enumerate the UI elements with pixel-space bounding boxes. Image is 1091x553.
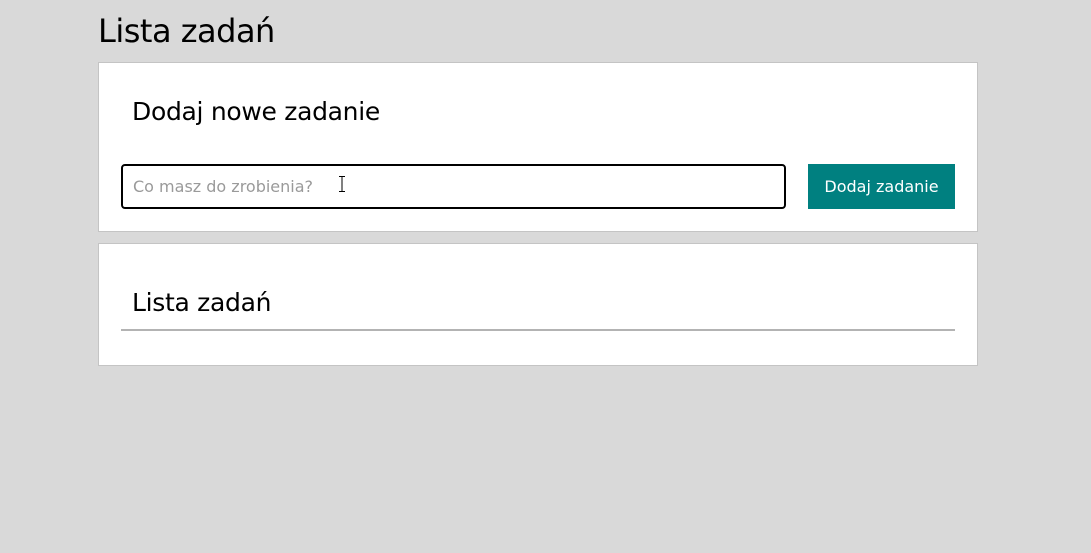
add-task-heading: Dodaj nowe zadanie (132, 97, 380, 126)
task-list-divider (121, 329, 955, 331)
task-list-panel: Lista zadań (98, 243, 978, 366)
task-list-heading: Lista zadań (132, 288, 272, 317)
page-title: Lista zadań (98, 12, 275, 50)
add-task-button[interactable]: Dodaj zadanie (808, 164, 955, 209)
text-cursor-icon (339, 176, 345, 192)
add-task-panel: Dodaj nowe zadanie Dodaj zadanie (98, 62, 978, 232)
task-input[interactable] (121, 164, 786, 209)
